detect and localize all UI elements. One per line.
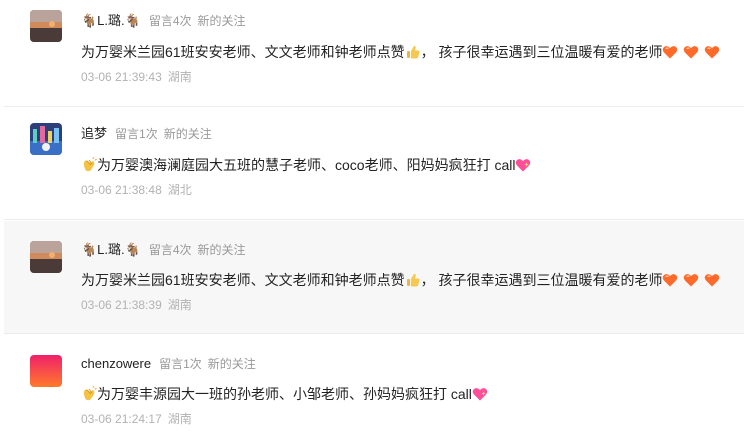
comment-text: 为万婴米兰园61班安安老师、文文老师和钟老师点赞 — [81, 272, 405, 288]
thumbs-up-icon — [405, 44, 421, 60]
comment-count: 留言1次 — [115, 127, 158, 141]
red-gradient-avatar — [30, 355, 62, 387]
comment-item: 追梦 留言1次 新的关注 为万婴澳海澜庭园大五班的慧子老师、coco老师、阳妈妈疯狂… — [4, 113, 744, 220]
clapping-hands-icon — [81, 157, 97, 173]
comment-time-location: 03-06 21:39:43 湖南 — [81, 69, 192, 85]
night-city-avatar — [30, 123, 62, 155]
comment-text: 为万婴澳海澜庭园大五班的慧子老师、coco老师、阳妈妈疯狂打 call — [97, 157, 516, 173]
comment-time: 03-06 21:39:43 — [81, 70, 162, 84]
orange-heart-icon — [662, 272, 678, 288]
sunset-avatar — [30, 10, 62, 42]
comment-content: 为万婴丰源园大一班的孙老师、小邹老师、孙妈妈疯狂打 call — [81, 384, 488, 404]
comment-time: 03-06 21:38:39 — [81, 298, 162, 312]
comment-content: 为万婴澳海澜庭园大五班的慧子老师、coco老师、阳妈妈疯狂打 call — [81, 155, 531, 175]
comment-meta: 🐐L.璐.🐐 留言4次 新的关注 — [81, 13, 246, 29]
comment-location: 湖北 — [167, 183, 192, 197]
nickname[interactable]: 🐐L.璐.🐐 — [81, 242, 141, 257]
orange-heart-icon — [683, 272, 699, 288]
comment-text: 为万婴米兰园61班安安老师、文文老师和钟老师点赞 — [81, 44, 405, 60]
sparkling-heart-icon — [472, 386, 488, 402]
comment-meta: chenzowere 留言1次 新的关注 — [81, 356, 256, 372]
comment-time: 03-06 21:38:48 — [81, 183, 162, 197]
comment-list: 🐐L.璐.🐐 留言4次 新的关注 为万婴米兰园61班安安老师、文文老师和钟老师点赞，… — [0, 0, 744, 434]
clapping-hands-icon — [81, 386, 97, 402]
orange-heart-icon — [683, 44, 699, 60]
comment-time-location: 03-06 21:38:39 湖南 — [81, 297, 192, 313]
comment-text-suffix: ， 孩子很幸运遇到三位温暖有爱的老师 — [420, 272, 663, 288]
avatar[interactable] — [30, 123, 62, 155]
follow-tag: 新的关注 — [197, 243, 246, 257]
avatar[interactable] — [30, 355, 62, 387]
sparkling-heart-icon — [515, 157, 531, 173]
nickname[interactable]: chenzowere — [81, 356, 151, 371]
comment-text-suffix: ， 孩子很幸运遇到三位温暖有爱的老师 — [420, 44, 663, 60]
comment-text: 为万婴丰源园大一班的孙老师、小邹老师、孙妈妈疯狂打 call — [97, 386, 472, 402]
orange-heart-icon — [704, 44, 720, 60]
comment-meta: 🐐L.璐.🐐 留言4次 新的关注 — [81, 242, 246, 258]
sunset-avatar — [30, 241, 62, 273]
follow-tag: 新的关注 — [207, 357, 256, 371]
comment-item: 🐐L.璐.🐐 留言4次 新的关注 为万婴米兰园61班安安老师、文文老师和钟老师点赞 ，… — [4, 0, 744, 107]
orange-heart-icon — [662, 44, 678, 60]
comment-count: 留言1次 — [159, 357, 202, 371]
comment-item: chenzowere 留言1次 新的关注 为万婴丰源园大一班的孙老师、小邹老师、孙妈… — [4, 335, 744, 434]
comment-time-location: 03-06 21:38:48 湖北 — [81, 182, 192, 198]
nickname[interactable]: 🐐L.璐.🐐 — [81, 13, 141, 28]
comment-count: 留言4次 — [148, 14, 192, 28]
comment-count: 留言4次 — [148, 243, 192, 257]
comment-content: 为万婴米兰园61班安安老师、文文老师和钟老师点赞 ， 孩子很幸运遇到三位温暖有爱的… — [81, 270, 720, 290]
orange-heart-icon — [704, 272, 720, 288]
nickname[interactable]: 追梦 — [81, 126, 107, 141]
avatar[interactable] — [30, 241, 62, 273]
comment-meta: 追梦 留言1次 新的关注 — [81, 126, 212, 142]
follow-tag: 新的关注 — [163, 127, 212, 141]
comment-location: 湖南 — [167, 298, 192, 312]
comment-content: 为万婴米兰园61班安安老师、文文老师和钟老师点赞 ， 孩子很幸运遇到三位温暖有爱的… — [81, 42, 720, 62]
comment-time: 03-06 21:24:17 — [81, 412, 162, 426]
thumbs-up-icon — [405, 272, 421, 288]
avatar[interactable] — [30, 10, 62, 42]
comment-time-location: 03-06 21:24:17 湖南 — [81, 411, 192, 427]
comment-item: 🐐L.璐.🐐 留言4次 新的关注 为万婴米兰园61班安安老师、文文老师和钟老师点赞 ，… — [4, 221, 744, 334]
comment-location: 湖南 — [167, 70, 192, 84]
follow-tag: 新的关注 — [197, 14, 246, 28]
comment-location: 湖南 — [167, 412, 192, 426]
